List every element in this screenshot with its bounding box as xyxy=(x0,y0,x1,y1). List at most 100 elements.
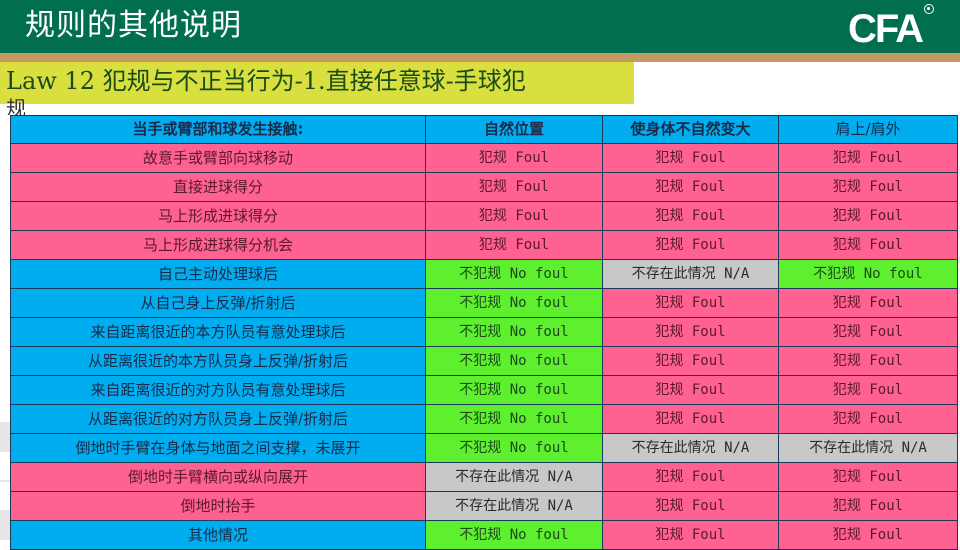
verdict-text: 犯规 Foul xyxy=(655,382,726,398)
row-label: 倒地时抬手 xyxy=(10,491,426,521)
row-label: 从自己身上反弹/折射后 xyxy=(10,288,426,318)
table-row: 来自距离很近的本方队员有意处理球后 不犯规 No foul 犯规 Foul 犯规 Fo… xyxy=(10,317,958,347)
verdict-text: 不犯规 No foul xyxy=(459,266,569,282)
table-row: 从自己身上反弹/折射后 不犯规 No foul 犯规 Foul 犯规 Foul xyxy=(10,288,958,318)
verdict-text: 犯规 Foul xyxy=(832,411,904,427)
table-header-row: 当手或臂部和球发生接触: 自然位置 使身体不自然变大 肩上/肩外 xyxy=(10,115,958,144)
verdict-text: 犯规 Foul xyxy=(655,295,726,311)
verdict-text: 犯规 Foul xyxy=(832,498,904,514)
verdict-cell: 犯规 Foul xyxy=(602,317,779,347)
verdict-cell: 犯规 Foul xyxy=(602,288,779,318)
verdict-cell: 犯规 Foul xyxy=(778,462,958,492)
verdict-cell: 不存在此情况 N/A xyxy=(602,259,779,289)
verdict-cell: 犯规 Foul xyxy=(778,520,958,550)
slide-header: 规则的其他说明 CFA xyxy=(0,0,960,53)
row-label: 直接进球得分 xyxy=(10,172,426,202)
verdict-text: 不犯规 No foul xyxy=(459,411,569,427)
verdict-text: 不犯规 No foul xyxy=(459,324,569,340)
row-label: 从距离很近的本方队员身上反弹/折射后 xyxy=(10,346,426,376)
row-label: 自己主动处理球后 xyxy=(10,259,426,289)
verdict-text: 不存在此情况 N/A xyxy=(631,440,750,456)
verdict-text: 犯规 Foul xyxy=(655,150,726,166)
verdict-cell: 犯规 Foul xyxy=(425,201,603,231)
verdict-text: 犯规 Foul xyxy=(832,527,904,543)
verdict-cell: 不存在此情况 N/A xyxy=(778,433,958,463)
verdict-text: 犯规 Foul xyxy=(478,237,550,253)
header-above-shoulder: 肩上/肩外 xyxy=(778,115,958,144)
row-label: 马上形成进球得分机会 xyxy=(10,230,426,260)
verdict-cell: 犯规 Foul xyxy=(778,230,958,260)
verdict-text: 不犯规 No foul xyxy=(459,382,569,398)
verdict-text: 犯规 Foul xyxy=(655,527,726,543)
table-body: 故意手或臂部向球移动 犯规 Foul 犯规 Foul 犯规 Foul 直接进球得分 犯规 … xyxy=(10,143,958,550)
verdict-cell: 犯规 Foul xyxy=(602,346,779,376)
verdict-text: 犯规 Foul xyxy=(655,353,726,369)
football-icon xyxy=(924,4,934,14)
verdict-cell: 犯规 Foul xyxy=(778,317,958,347)
verdict-cell: 不犯规 No foul xyxy=(425,317,603,347)
row-label: 倒地时手臂横向或纵向展开 xyxy=(10,462,426,492)
verdict-cell: 犯规 Foul xyxy=(778,375,958,405)
verdict-text: 犯规 Foul xyxy=(832,208,904,224)
verdict-cell: 不存在此情况 N/A xyxy=(602,433,779,463)
verdict-cell: 犯规 Foul xyxy=(778,346,958,376)
verdict-text: 犯规 Foul xyxy=(478,179,550,195)
verdict-cell: 不存在此情况 N/A xyxy=(425,462,603,492)
left-band xyxy=(0,480,10,482)
table-row: 其他情况 不犯规 No foul 犯规 Foul 犯规 Foul xyxy=(10,520,958,550)
verdict-text: 不存在此情况 N/A xyxy=(455,469,573,485)
verdict-cell: 不犯规 No foul xyxy=(425,259,603,289)
verdict-text: 不犯规 No foul xyxy=(813,266,923,282)
verdict-text: 犯规 Foul xyxy=(832,353,904,369)
left-band xyxy=(0,422,10,452)
verdict-text: 犯规 Foul xyxy=(832,150,904,166)
verdict-cell: 犯规 Foul xyxy=(778,201,958,231)
handball-rules-table: 当手或臂部和球发生接触: 自然位置 使身体不自然变大 肩上/肩外 故意手或臂部向… xyxy=(10,115,958,550)
slide-title: 规则的其他说明 xyxy=(25,8,242,43)
table-row: 自己主动处理球后 不犯规 No foul 不存在此情况 N/A 不犯规 No foul xyxy=(10,259,958,289)
verdict-text: 不犯规 No foul xyxy=(459,527,569,543)
left-edge-decoration xyxy=(0,120,10,540)
verdict-cell: 犯规 Foul xyxy=(602,462,779,492)
table-row: 来自距离很近的对方队员有意处理球后 不犯规 No foul 犯规 Foul 犯规 Fo… xyxy=(10,375,958,405)
verdict-text: 犯规 Foul xyxy=(655,498,726,514)
row-label: 来自距离很近的本方队员有意处理球后 xyxy=(10,317,426,347)
verdict-cell: 犯规 Foul xyxy=(602,520,779,550)
row-label: 马上形成进球得分 xyxy=(10,201,426,231)
verdict-cell: 犯规 Foul xyxy=(778,143,958,173)
verdict-cell: 犯规 Foul xyxy=(602,201,779,231)
verdict-text: 不犯规 No foul xyxy=(459,353,569,369)
verdict-cell: 不犯规 No foul xyxy=(425,375,603,405)
verdict-cell: 犯规 Foul xyxy=(778,491,958,521)
header-natural-position: 自然位置 xyxy=(425,115,603,144)
row-label: 来自距离很近的对方队员有意处理球后 xyxy=(10,375,426,405)
verdict-text: 犯规 Foul xyxy=(655,179,726,195)
cfa-logo: CFA xyxy=(848,7,924,51)
verdict-text: 犯规 Foul xyxy=(832,295,904,311)
verdict-text: 犯规 Foul xyxy=(832,237,904,253)
verdict-text: 犯规 Foul xyxy=(655,411,726,427)
verdict-text: 犯规 Foul xyxy=(655,237,726,253)
verdict-text: 不存在此情况 N/A xyxy=(809,440,927,456)
law-subtitle-overflow: 规 xyxy=(6,97,26,115)
verdict-cell: 犯规 Foul xyxy=(425,143,603,173)
verdict-cell: 犯规 Foul xyxy=(778,404,958,434)
table-row: 倒地时抬手 不存在此情况 N/A 犯规 Foul 犯规 Foul xyxy=(10,491,958,521)
verdict-cell: 犯规 Foul xyxy=(602,230,779,260)
header-unnaturally-bigger: 使身体不自然变大 xyxy=(602,115,779,144)
table-row: 倒地时手臂在身体与地面之间支撑，未展开 不犯规 No foul 不存在此情况 N/A… xyxy=(10,433,958,463)
verdict-cell: 不犯规 No foul xyxy=(778,259,958,289)
row-label: 其他情况 xyxy=(10,520,426,550)
table-row: 直接进球得分 犯规 Foul 犯规 Foul 犯规 Foul xyxy=(10,172,958,202)
verdict-cell: 犯规 Foul xyxy=(602,172,779,202)
verdict-text: 犯规 Foul xyxy=(832,324,904,340)
verdict-cell: 犯规 Foul xyxy=(602,375,779,405)
verdict-text: 犯规 Foul xyxy=(655,324,726,340)
verdict-cell: 不犯规 No foul xyxy=(425,404,603,434)
law-subtitle: Law 12 犯规与不正当行为-1.直接任意球-手球犯 xyxy=(6,67,526,95)
verdict-cell: 犯规 Foul xyxy=(425,172,603,202)
verdict-cell: 不犯规 No foul xyxy=(425,346,603,376)
verdict-cell: 犯规 Foul xyxy=(602,404,779,434)
verdict-cell: 犯规 Foul xyxy=(778,172,958,202)
left-band xyxy=(0,510,10,540)
